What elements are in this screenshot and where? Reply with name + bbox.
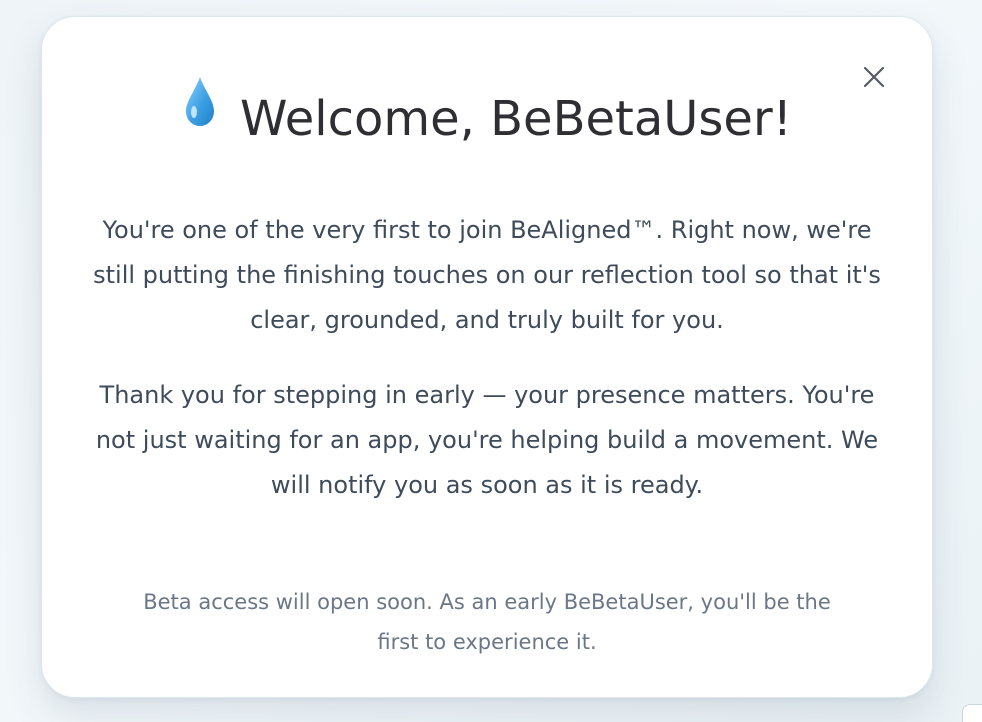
title-row: Welcome, BeBetaUser! (42, 75, 932, 147)
beta-access-note: Beta access will open soon. As an early … (143, 590, 831, 654)
droplet-icon (186, 77, 215, 126)
thanks-paragraph: Thank you for stepping in early — your p… (95, 381, 879, 499)
corner-widget[interactable] (962, 704, 982, 722)
intro-paragraph: You're one of the very first to join BeA… (93, 216, 881, 334)
welcome-modal: Welcome, BeBetaUser! You're one of the v… (41, 16, 933, 698)
modal-title: Welcome, BeBetaUser! (240, 91, 792, 147)
